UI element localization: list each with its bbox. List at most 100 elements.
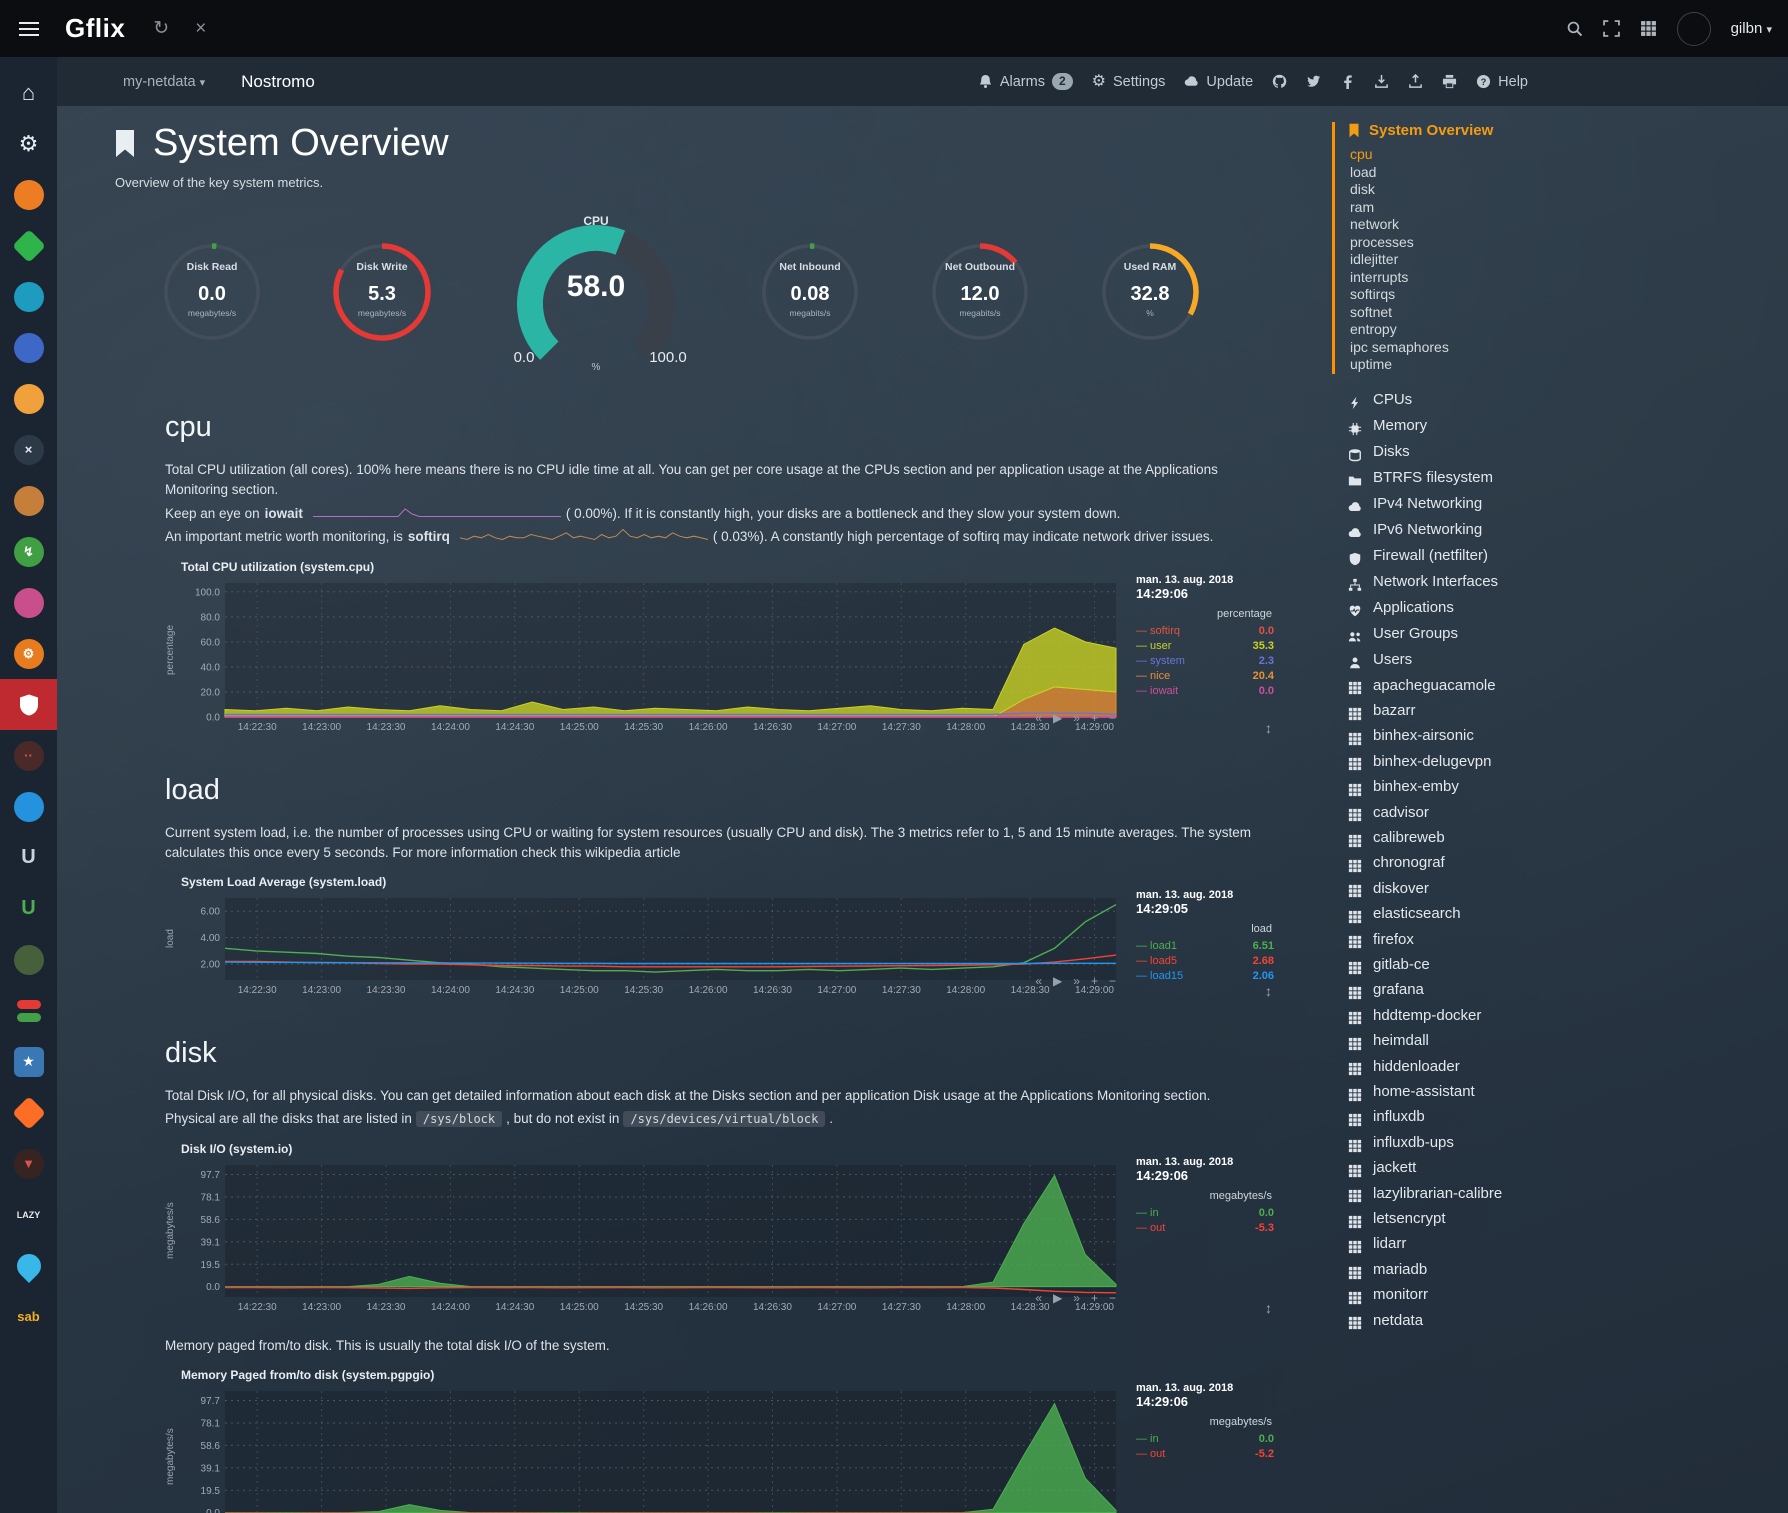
chart-plot[interactable]: 97.778.158.639.119.50.014:22:3014:23:001…	[179, 1385, 1124, 1513]
app-icon-app-water-drop[interactable]	[0, 1240, 57, 1291]
menu-item-cpus[interactable]: CPUs	[1348, 387, 1788, 413]
app-icon-app-grey-u[interactable]: U	[0, 832, 57, 883]
menu-item-bazarr[interactable]: bazarr	[1348, 698, 1788, 723]
menu-item-firefox[interactable]: firefox	[1348, 927, 1788, 952]
app-icon-app-blue-tile[interactable]: ★	[0, 1036, 57, 1087]
menu-item-users[interactable]: Users	[1348, 647, 1788, 673]
chart-pan-forward-button[interactable]: »	[1073, 712, 1080, 724]
menu-item-cadvisor[interactable]: cadvisor	[1348, 800, 1788, 825]
app-icon-app-blue[interactable]	[0, 781, 57, 832]
chart-zoom-in-button[interactable]: +	[1091, 712, 1098, 724]
chart-play-button[interactable]: ▶	[1053, 712, 1062, 724]
chart-play-button[interactable]: ▶	[1053, 975, 1062, 987]
menu-item-disks[interactable]: Disks	[1348, 439, 1788, 465]
menu-item-heimdall[interactable]: heimdall	[1348, 1028, 1788, 1053]
legend-item-out[interactable]: — out-5.3	[1136, 1221, 1274, 1236]
twitter-icon[interactable]	[1306, 74, 1321, 89]
chart-pan-backward-button[interactable]: «	[1035, 975, 1042, 987]
legend-item-load5[interactable]: — load52.68	[1136, 954, 1274, 969]
menu-sub-disk[interactable]: disk	[1350, 181, 1788, 199]
chart-zoom-in-button[interactable]: +	[1091, 1292, 1098, 1304]
menu-item-network-interfaces[interactable]: Network Interfaces	[1348, 569, 1788, 595]
chart-pan-backward-button[interactable]: «	[1035, 712, 1042, 724]
app-icon-app-pink[interactable]	[0, 577, 57, 628]
menu-item-ipv4-networking[interactable]: IPv4 Networking	[1348, 491, 1788, 517]
menu-item-home-assistant[interactable]: home-assistant	[1348, 1079, 1788, 1104]
legend-item-load15[interactable]: — load152.06	[1136, 969, 1274, 984]
help-button[interactable]: ?Help	[1476, 74, 1528, 90]
chart-zoom-in-button[interactable]: +	[1091, 975, 1098, 987]
menu-sub-softnet[interactable]: softnet	[1350, 304, 1788, 322]
chart-pan-forward-button[interactable]: »	[1073, 1292, 1080, 1304]
app-icon-app-search-orange[interactable]	[0, 373, 57, 424]
menu-sub-ipc-semaphores[interactable]: ipc semaphores	[1350, 339, 1788, 357]
menu-sub-cpu[interactable]: cpu	[1350, 146, 1788, 164]
menu-sub-processes[interactable]: processes	[1350, 234, 1788, 252]
legend-item-user[interactable]: — user35.3	[1136, 639, 1274, 654]
download-icon[interactable]	[1374, 74, 1389, 89]
menu-item-influxdb-ups[interactable]: influxdb-ups	[1348, 1130, 1788, 1155]
legend-item-in[interactable]: — in0.0	[1136, 1432, 1274, 1447]
menu-item-letsencrypt[interactable]: letsencrypt	[1348, 1206, 1788, 1231]
menu-item-mariadb[interactable]: mariadb	[1348, 1257, 1788, 1282]
app-icon-app-orange-gear[interactable]: ⚙	[0, 628, 57, 679]
menu-sub-ram[interactable]: ram	[1350, 199, 1788, 217]
app-icon-app-blue-bars[interactable]	[0, 322, 57, 373]
fullscreen-icon[interactable]	[1603, 20, 1620, 37]
menu-item-hddtemp-docker[interactable]: hddtemp-docker	[1348, 1003, 1788, 1028]
chart-play-button[interactable]: ▶	[1053, 1292, 1062, 1304]
chart-zoom-out-button[interactable]: −	[1109, 975, 1116, 987]
print-icon[interactable]	[1442, 74, 1457, 89]
menu-sub-idlejitter[interactable]: idlejitter	[1350, 251, 1788, 269]
app-icon-app-green-diamond[interactable]	[0, 220, 57, 271]
search-icon[interactable]	[1566, 20, 1583, 37]
app-icon-app-bronze[interactable]	[0, 475, 57, 526]
close-tab-icon[interactable]: ×	[195, 19, 206, 38]
menu-item-ipv6-networking[interactable]: IPv6 Networking	[1348, 517, 1788, 543]
menu-item-memory[interactable]: Memory	[1348, 413, 1788, 439]
chart-plot[interactable]: 100.080.060.040.020.00.014:22:3014:23:00…	[179, 577, 1124, 735]
chart-pan-backward-button[interactable]: «	[1035, 1292, 1042, 1304]
app-icon-app-pills[interactable]	[0, 985, 57, 1036]
menu-item-jackett[interactable]: jackett	[1348, 1155, 1788, 1180]
menu-sub-entropy[interactable]: entropy	[1350, 321, 1788, 339]
menu-item-netdata[interactable]: netdata	[1348, 1308, 1788, 1333]
legend-item-nice[interactable]: — nice20.4	[1136, 669, 1274, 684]
chart-plot[interactable]: 6.004.002.0014:22:3014:23:0014:23:3014:2…	[179, 892, 1124, 998]
menu-item-chronograf[interactable]: chronograf	[1348, 850, 1788, 875]
chart-zoom-out-button[interactable]: −	[1109, 1292, 1116, 1304]
apps-grid-icon[interactable]	[1640, 20, 1657, 37]
menu-item-apacheguacamole[interactable]: apacheguacamole	[1348, 673, 1788, 698]
chart-resize-handle[interactable]: ↕	[1265, 1300, 1272, 1316]
legend-item-out[interactable]: — out-5.2	[1136, 1447, 1274, 1462]
app-icon-netdata-active[interactable]	[0, 679, 57, 730]
chart-pan-forward-button[interactable]: »	[1073, 975, 1080, 987]
chart-resize-handle[interactable]: ↕	[1265, 720, 1272, 736]
menu-item-hiddenloader[interactable]: hiddenloader	[1348, 1054, 1788, 1079]
upload-icon[interactable]	[1408, 74, 1423, 89]
refresh-icon[interactable]: ↻	[153, 19, 169, 38]
legend-item-in[interactable]: — in0.0	[1136, 1206, 1274, 1221]
chart-resize-handle[interactable]: ↕	[1265, 983, 1272, 999]
menu-sub-load[interactable]: load	[1350, 164, 1788, 182]
hamburger-menu-button[interactable]	[0, 0, 57, 57]
menu-item-gitlab-ce[interactable]: gitlab-ce	[1348, 952, 1788, 977]
menu-item-system-overview[interactable]: System Overview	[1348, 122, 1788, 139]
menu-item-user-groups[interactable]: User Groups	[1348, 621, 1788, 647]
menu-item-lazylibrarian-calibre[interactable]: lazylibrarian-calibre	[1348, 1181, 1788, 1206]
user-menu[interactable]: gilbn ▾	[1731, 20, 1772, 37]
app-icon-app-dark-green[interactable]	[0, 934, 57, 985]
my-netdata-dropdown[interactable]: my-netdata ▾	[123, 74, 205, 90]
menu-item-diskover[interactable]: diskover	[1348, 876, 1788, 901]
menu-item-elasticsearch[interactable]: elasticsearch	[1348, 901, 1788, 926]
avatar[interactable]	[1677, 12, 1711, 46]
menu-sub-network[interactable]: network	[1350, 216, 1788, 234]
menu-item-lidarr[interactable]: lidarr	[1348, 1231, 1788, 1256]
menu-item-firewall-netfilter[interactable]: Firewall (netfilter)	[1348, 543, 1788, 569]
app-icon-app-dark-red-dots[interactable]: ··	[0, 730, 57, 781]
app-icon-app-green-u[interactable]: U	[0, 883, 57, 934]
settings-button[interactable]: ⚙Settings	[1092, 74, 1166, 90]
app-icon-app-teal[interactable]	[0, 271, 57, 322]
menu-item-calibreweb[interactable]: calibreweb	[1348, 825, 1788, 850]
app-icon-home[interactable]: ⌂	[0, 67, 57, 118]
